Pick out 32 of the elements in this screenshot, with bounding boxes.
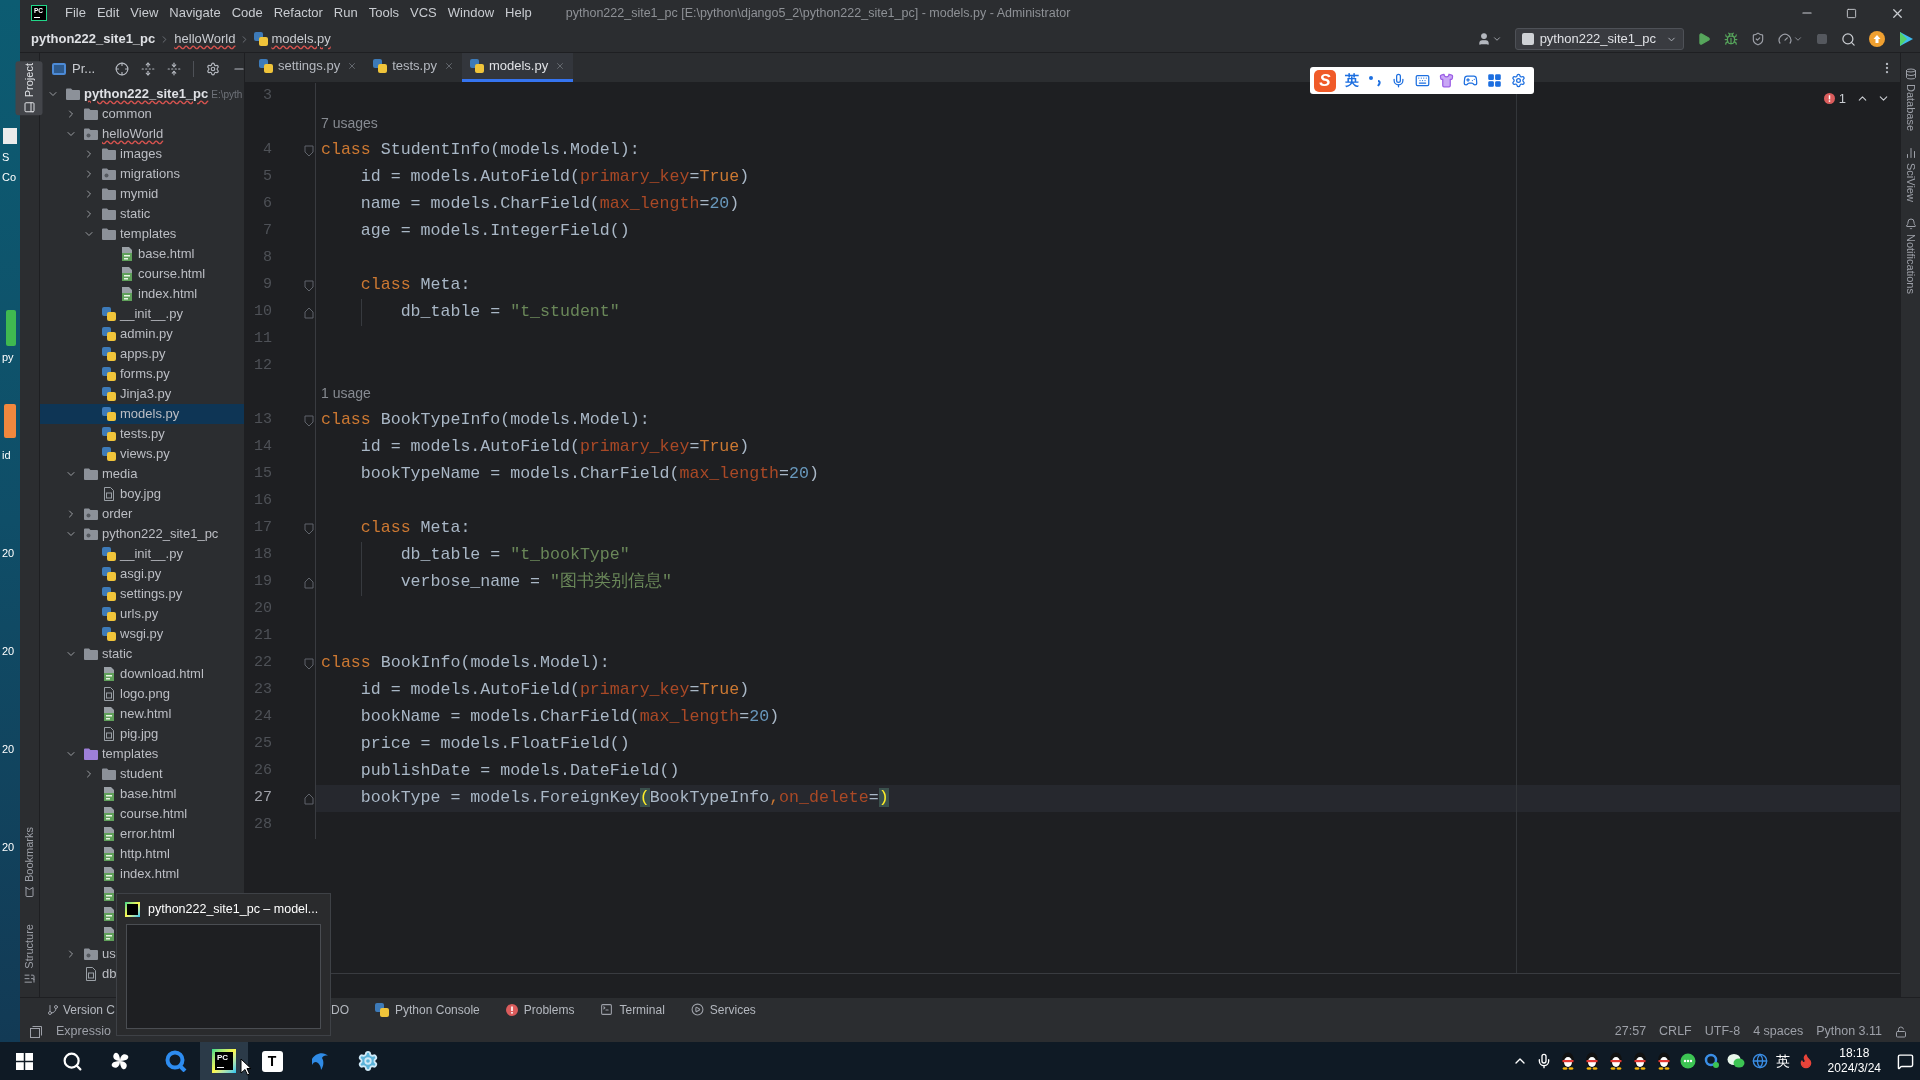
code-line: db_table = "t_student" bbox=[400, 301, 620, 324]
code-line: age = models.IntegerField() bbox=[360, 220, 630, 243]
code-line: class StudentInfo(models.Model): bbox=[321, 139, 640, 162]
preview-title: python222_site1_pc – model... bbox=[148, 900, 319, 918]
code-line: price = models.FloatField() bbox=[360, 733, 630, 756]
desktop-icon-label: Co bbox=[2, 172, 17, 183]
desktop-icon-label: 20 bbox=[2, 646, 15, 657]
code-line: class Meta: bbox=[360, 517, 471, 540]
desktop-icon-label: 20 bbox=[2, 842, 15, 853]
app-logo: PC bbox=[212, 1049, 236, 1073]
desktop-icon-label: 20 bbox=[2, 744, 15, 755]
desktop-icon-label: S bbox=[2, 152, 10, 163]
code-line: publishDate = models.DateField() bbox=[360, 760, 680, 783]
code-line: class Meta: bbox=[360, 274, 471, 297]
code-line: verbose_name = "图书类别信息" bbox=[400, 571, 672, 594]
code-line: bookTypeName = models.CharField(max_length=20) bbox=[360, 463, 819, 486]
status-text: Expressio bbox=[56, 1023, 111, 1041]
code-line: class BookTypeInfo(models.Model): bbox=[321, 409, 650, 432]
code-line: id = models.AutoField(primary_key=True) bbox=[360, 436, 750, 459]
code-line: id = models.AutoField(primary_key=True) bbox=[360, 166, 750, 189]
code-line: bookName = models.CharField(max_length=20) bbox=[360, 706, 780, 729]
code-line: db_table = "t_bookType" bbox=[400, 544, 630, 567]
app-logo: T bbox=[261, 1050, 283, 1072]
window-title: python222_site1_pc [E:\python\django5_2\python222_site1_pc] - models.py - Administrator bbox=[565, 4, 1071, 22]
desktop-icon-label: py bbox=[2, 352, 14, 363]
code-line: bookType = models.ForeignKey(BookTypeInfo,on_delete=) bbox=[360, 787, 889, 810]
line-number: 27 bbox=[254, 788, 272, 809]
code-line: id = models.AutoField(primary_key=True) bbox=[360, 679, 750, 702]
desktop-icon-label: 20 bbox=[2, 548, 15, 559]
code-line: class BookInfo(models.Model): bbox=[321, 652, 610, 675]
desktop-icon-label: id bbox=[2, 450, 11, 461]
code-line: name = models.CharField(max_length=20) bbox=[360, 193, 740, 216]
